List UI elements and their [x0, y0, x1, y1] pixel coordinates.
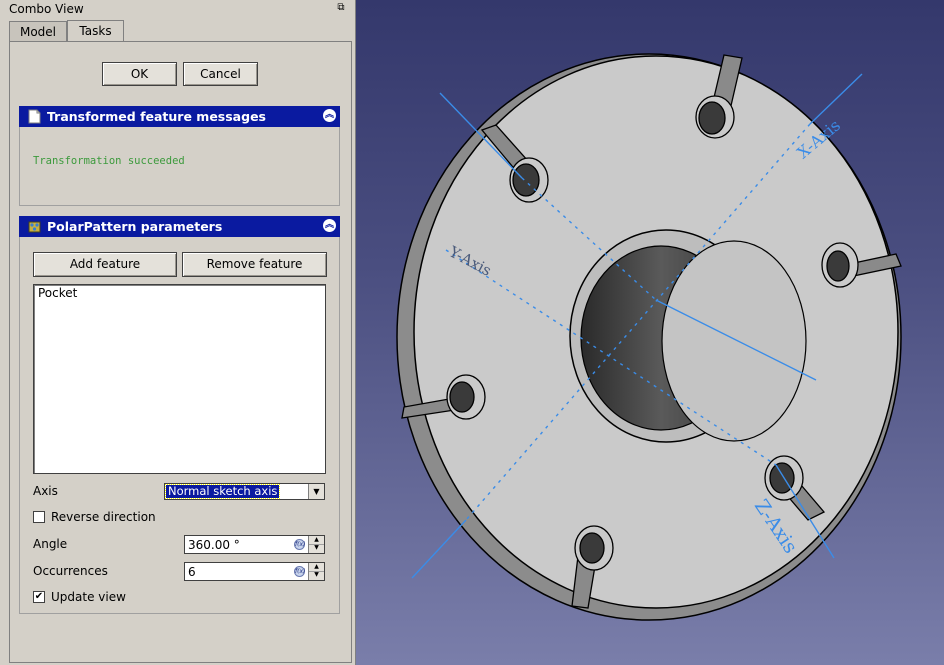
document-icon: [28, 109, 41, 124]
remove-feature-button[interactable]: Remove feature: [182, 252, 327, 277]
axis-select[interactable]: Normal sketch axis ▼: [164, 483, 325, 500]
stepper-down-icon[interactable]: ▼: [309, 571, 324, 579]
collapse-chevron-icon[interactable]: ︽: [323, 219, 336, 232]
float-window-icon[interactable]: ⧉: [336, 3, 346, 13]
expression-fx-icon[interactable]: f(x): [294, 566, 305, 577]
messages-section-header[interactable]: Transformed feature messages ︽: [19, 106, 340, 127]
polar-pattern-icon: [28, 221, 41, 233]
3d-scene[interactable]: X-Axis Y-Axis Z-Axis: [356, 0, 944, 665]
remove-feature-label: Remove feature: [206, 257, 303, 271]
panel-title-text: Combo View: [9, 2, 84, 16]
combo-view-panel: Combo View ⧉ Model Tasks OK Cancel Trans…: [0, 0, 356, 665]
params-section-header[interactable]: PolarPattern parameters ︽: [19, 216, 340, 237]
cancel-button[interactable]: Cancel: [183, 62, 258, 86]
ok-button[interactable]: OK: [102, 62, 177, 86]
add-feature-label: Add feature: [69, 257, 141, 271]
3d-viewport[interactable]: X-Axis Y-Axis Z-Axis: [356, 0, 944, 665]
expression-fx-icon[interactable]: f(x): [294, 539, 305, 550]
ok-button-label: OK: [130, 67, 149, 81]
axis-label: Axis: [33, 484, 58, 498]
occurrences-stepper[interactable]: ▲ ▼: [308, 563, 324, 580]
angle-spinbox[interactable]: 360.00 ° f(x) ▲ ▼: [184, 535, 325, 554]
tab-tasks[interactable]: Tasks: [67, 20, 124, 42]
update-view-checkbox[interactable]: ✔: [33, 591, 45, 603]
chevron-down-icon[interactable]: ▼: [308, 484, 324, 499]
panel-title: Combo View ⧉: [0, 0, 352, 18]
angle-stepper[interactable]: ▲ ▼: [308, 536, 324, 553]
occurrences-spinbox[interactable]: 6 f(x) ▲ ▼: [184, 562, 325, 581]
cancel-button-label: Cancel: [200, 67, 241, 81]
transformation-message: Transformation succeeded: [33, 155, 185, 167]
tab-tasks-label: Tasks: [79, 24, 112, 38]
angle-label: Angle: [33, 537, 68, 551]
reverse-direction-checkbox[interactable]: [33, 511, 45, 523]
tab-model[interactable]: Model: [9, 21, 67, 42]
params-section-title: PolarPattern parameters: [47, 219, 223, 234]
angle-value: 360.00 °: [188, 538, 240, 552]
occurrences-value: 6: [188, 565, 196, 579]
messages-section-title: Transformed feature messages: [47, 109, 266, 124]
bore-end: [661, 240, 807, 442]
feature-list[interactable]: Pocket: [33, 284, 326, 474]
list-item[interactable]: Pocket: [34, 285, 325, 302]
stepper-down-icon[interactable]: ▼: [309, 544, 324, 552]
occurrences-label: Occurrences: [33, 564, 108, 578]
reverse-direction-label: Reverse direction: [51, 510, 156, 524]
add-feature-button[interactable]: Add feature: [33, 252, 177, 277]
tab-model-label: Model: [19, 25, 57, 39]
collapse-chevron-icon[interactable]: ︽: [323, 109, 336, 122]
update-view-label: Update view: [51, 590, 126, 604]
axis-selected-value: Normal sketch axis: [164, 484, 281, 499]
